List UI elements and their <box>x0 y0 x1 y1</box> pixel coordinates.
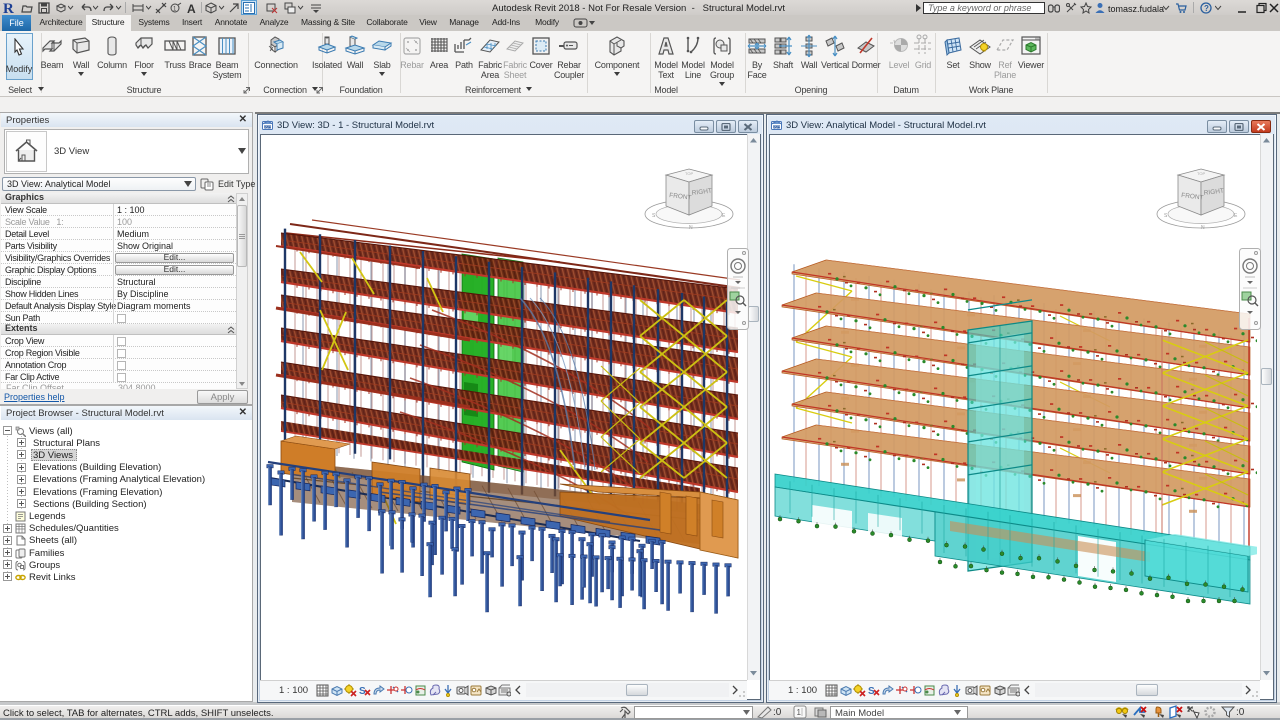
svg-text:S: S <box>868 686 875 697</box>
svg-text:E: E <box>1234 213 1238 219</box>
svg-text:?: ? <box>1204 4 1209 13</box>
svg-text:A: A <box>187 2 196 14</box>
svg-text:R: R <box>3 1 14 14</box>
svg-text:S: S <box>1164 213 1168 219</box>
svg-text:TOP: TOP <box>685 171 693 176</box>
svg-text:S: S <box>652 213 656 219</box>
svg-text:1: 1 <box>797 708 802 717</box>
svg-text:RVT: RVT <box>264 126 272 130</box>
svg-text:N: N <box>689 225 693 231</box>
svg-text:S: S <box>359 686 366 697</box>
svg-text:E: E <box>722 213 726 219</box>
svg-text:RVT: RVT <box>773 126 781 130</box>
svg-text:TOP: TOP <box>1197 171 1205 176</box>
svg-text:N: N <box>1201 225 1205 231</box>
